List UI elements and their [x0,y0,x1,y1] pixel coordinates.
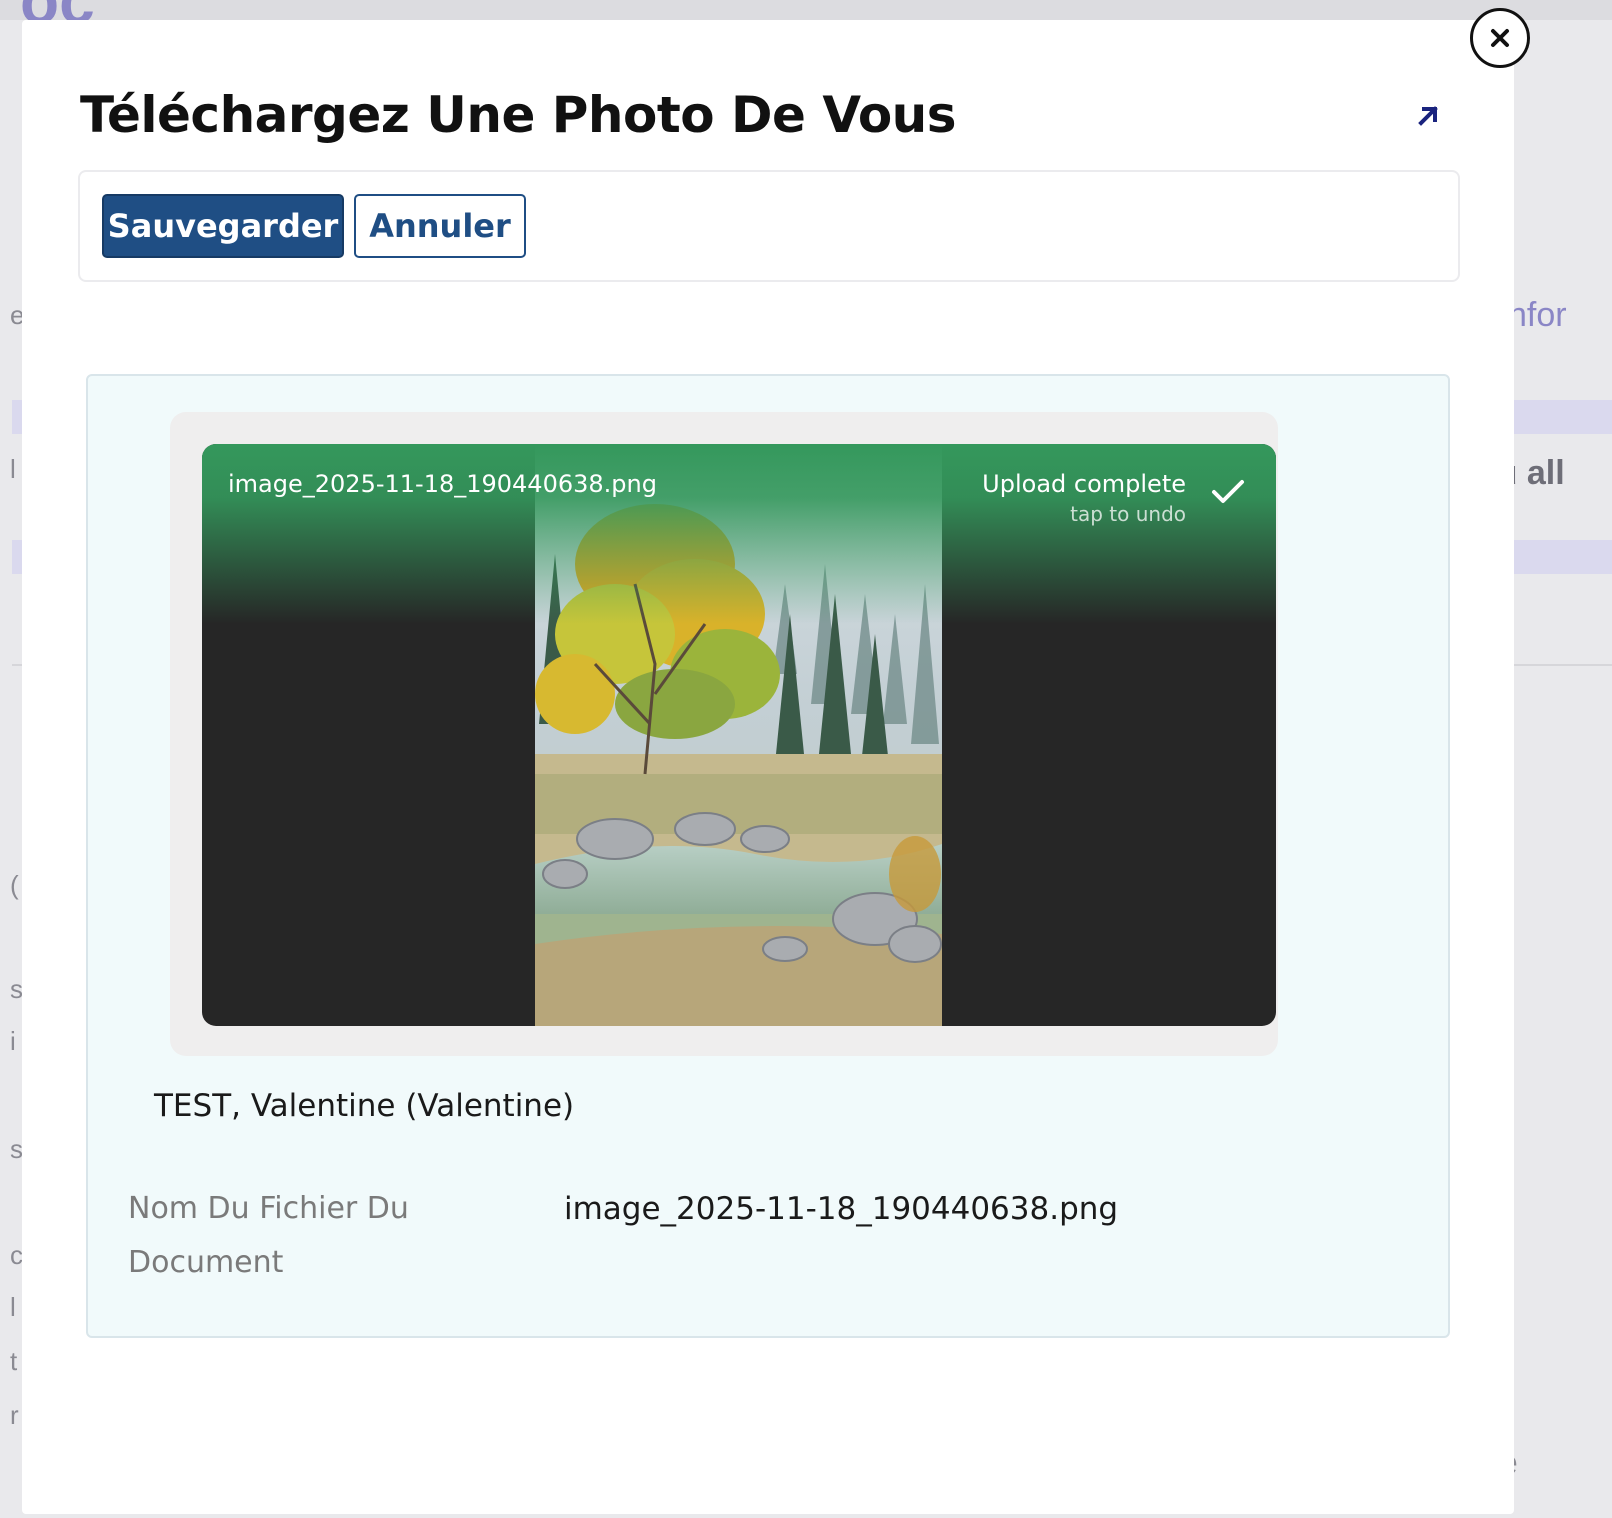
person-name: TEST, Valentine (Valentine) [154,1088,575,1124]
upload-status-text: Upload complete [982,470,1186,498]
modal-title: Téléchargez Une Photo De Vous [80,86,957,144]
document-filename-label: Nom Du Fichier Du Document [128,1191,409,1280]
photo-content-panel: image_2025-11-18_190440638.png Upload co… [86,374,1450,1338]
undo-upload-link[interactable]: tap to undo [1070,502,1186,526]
background-header-strip [0,0,1612,20]
background-text-fragment: l [10,1292,16,1322]
upload-photo-modal: Téléchargez Une Photo De Vous Sauvegarde… [22,20,1514,1514]
background-text-fragment: ( [10,870,19,900]
background-text-fragment: t [10,1346,18,1376]
close-icon[interactable] [1470,8,1530,68]
upload-file-name: image_2025-11-18_190440638.png [228,470,657,498]
arrow-up-right-icon[interactable] [1408,96,1448,136]
modal-toolbar: Sauvegarder Annuler [78,170,1460,282]
background-text-fragment: r [10,1400,19,1430]
background-text-fragment: i [10,1026,16,1056]
document-filename-value: image_2025-11-18_190440638.png [564,1191,1119,1227]
save-button[interactable]: Sauvegarder [102,194,344,258]
upload-preview-frame: image_2025-11-18_190440638.png Upload co… [170,412,1278,1056]
close-icon-graphic [1491,29,1509,47]
upload-preview-card[interactable]: image_2025-11-18_190440638.png Upload co… [202,444,1276,1026]
arrow-up-right-icon-graphic [1418,106,1438,126]
check-icon [1212,480,1244,503]
background-text-fragment: l [10,454,16,484]
cancel-button[interactable]: Annuler [354,194,526,258]
